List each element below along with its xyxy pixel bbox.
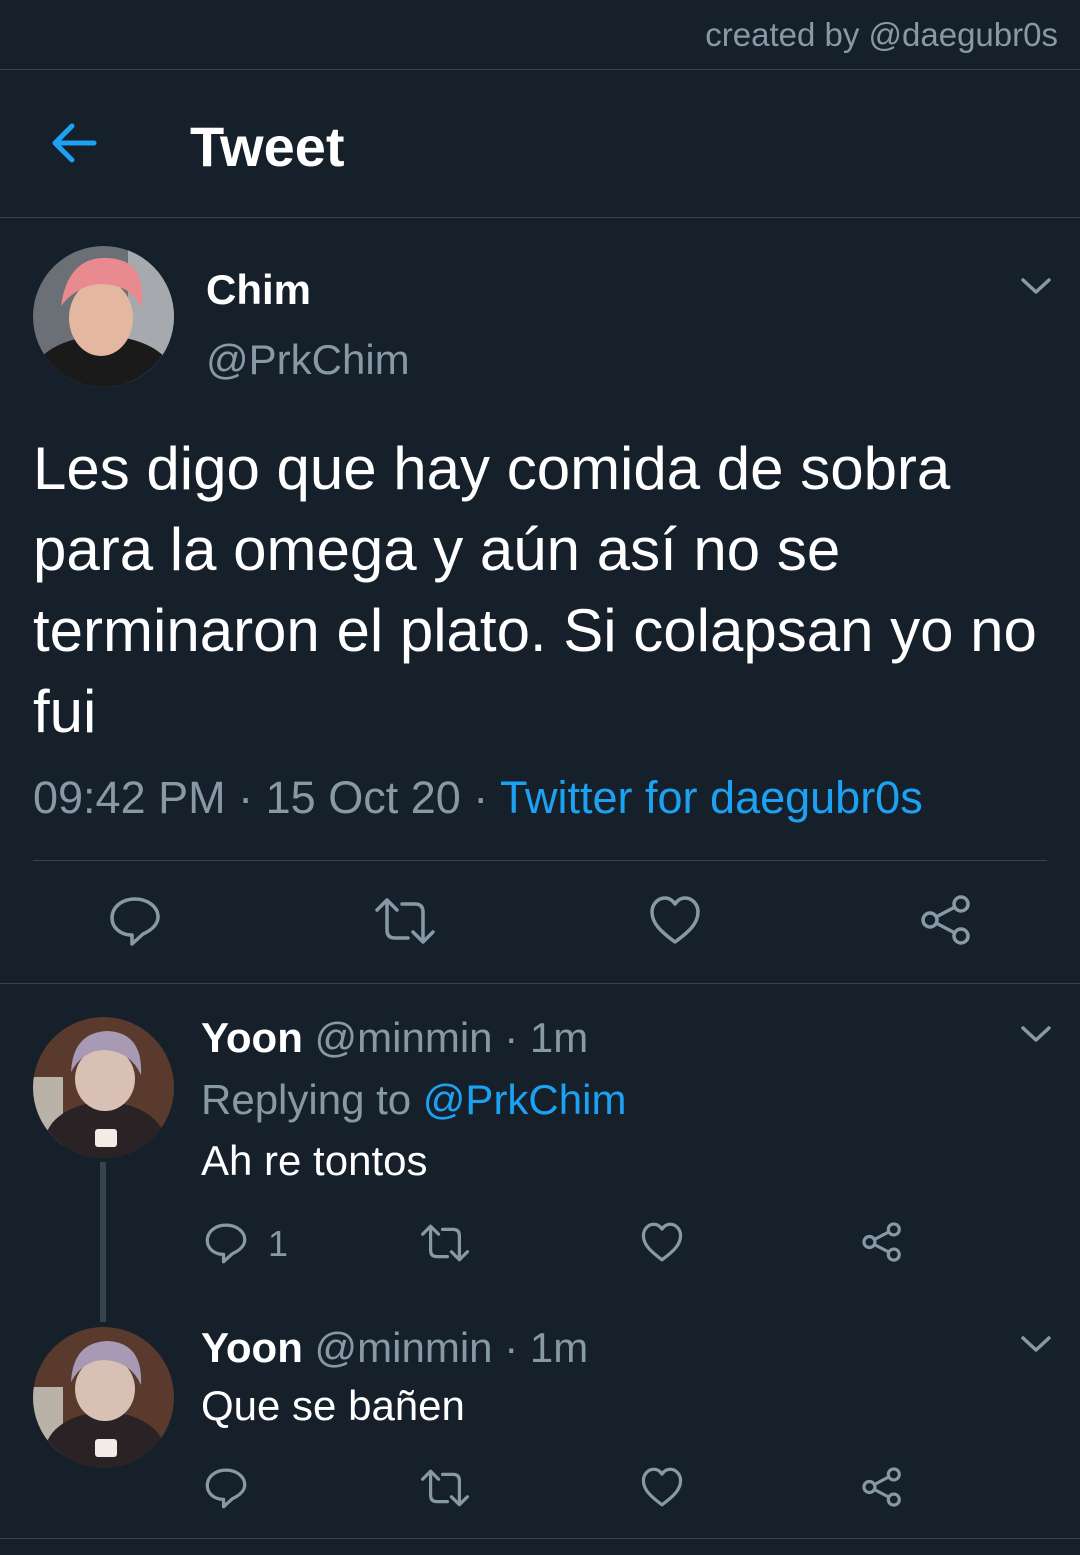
share-icon[interactable]	[860, 1465, 904, 1509]
meta-separator: ·	[238, 772, 254, 823]
chevron-down-icon[interactable]	[1020, 1334, 1052, 1354]
reply-icon[interactable]	[108, 894, 162, 948]
heart-icon[interactable]	[640, 1221, 684, 1263]
reply-header: Yoon @minmin · 1m	[201, 1324, 588, 1372]
meta-separator: ·	[473, 772, 489, 823]
share-icon[interactable]	[860, 1220, 904, 1264]
chevron-down-icon[interactable]	[1020, 1024, 1052, 1044]
reply-count: 1	[268, 1223, 289, 1264]
avatar-image	[33, 246, 174, 387]
reply-time: 1m	[529, 1014, 589, 1061]
meta-divider	[33, 860, 1047, 861]
page-title: Tweet	[190, 115, 345, 178]
avatar[interactable]	[33, 1017, 174, 1158]
reply-icon[interactable]	[204, 1466, 248, 1510]
reply-author-name[interactable]: Yoon	[201, 1324, 303, 1371]
retweet-icon[interactable]	[420, 1468, 470, 1508]
avatar-image	[33, 1017, 174, 1158]
replying-to-label: Replying to	[201, 1076, 412, 1123]
actions-divider	[0, 983, 1080, 984]
chevron-down-icon[interactable]	[1020, 276, 1052, 296]
retweet-icon[interactable]	[374, 896, 436, 946]
avatar[interactable]	[33, 1327, 174, 1468]
avatar[interactable]	[33, 246, 174, 387]
reply-icon[interactable]	[204, 1221, 248, 1265]
meta-separator: ·	[504, 1014, 519, 1061]
header-divider	[0, 217, 1080, 218]
reply-time: 1m	[529, 1324, 589, 1371]
reply-header: Yoon @minmin · 1m	[201, 1014, 588, 1062]
reply-text: Que se bañen	[201, 1382, 465, 1429]
tweet-text: Les digo que hay comida de sobra para la…	[33, 435, 1037, 745]
replying-to: Replying to @PrkChim	[201, 1076, 626, 1124]
thread-line	[100, 1162, 106, 1322]
reply-author-name[interactable]: Yoon	[201, 1014, 303, 1061]
tweet-header: Tweet	[0, 70, 1080, 217]
reply-author-handle[interactable]: @minmin	[315, 1324, 493, 1371]
back-button[interactable]	[48, 120, 100, 166]
tweet-date: 15 Oct 20	[265, 772, 461, 823]
tweet-meta: 09:42 PM · 15 Oct 20 · Twitter for daegu…	[33, 772, 923, 824]
arrow-left-icon	[52, 123, 97, 163]
reply-author-handle[interactable]: @minmin	[315, 1014, 493, 1061]
share-icon[interactable]	[918, 892, 974, 948]
tweet-time: 09:42 PM	[33, 772, 226, 823]
creator-credit: created by @daegubr0s	[705, 16, 1058, 53]
author-handle[interactable]: @PrkChim	[206, 336, 410, 384]
reply-text: Ah re tontos	[201, 1137, 428, 1184]
meta-separator: ·	[504, 1324, 519, 1371]
heart-icon[interactable]	[640, 1466, 684, 1508]
author-name[interactable]: Chim	[206, 266, 311, 314]
replying-to-handle[interactable]: @PrkChim	[423, 1076, 627, 1123]
tweet-source-link[interactable]: Twitter for daegubr0s	[500, 772, 923, 823]
bottom-divider	[0, 1538, 1080, 1539]
heart-icon[interactable]	[648, 894, 702, 946]
avatar-image	[33, 1327, 174, 1468]
retweet-icon[interactable]	[420, 1223, 470, 1263]
